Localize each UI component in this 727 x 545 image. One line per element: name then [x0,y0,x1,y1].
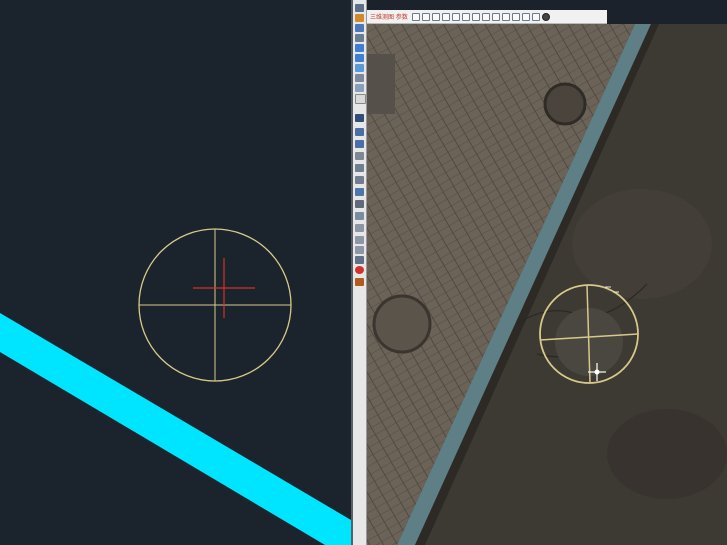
view-icon[interactable] [451,12,460,21]
diamond-icon[interactable] [355,64,364,72]
draw-icon[interactable] [471,12,480,21]
edit-icon[interactable] [481,12,490,21]
triangle-icon[interactable] [355,24,364,32]
snap-icon[interactable] [491,12,500,21]
toolbar-title: 三维测图 参数 [370,14,408,21]
cad-crosshair-cursor [193,258,255,318]
cad-canvas[interactable] [0,0,351,545]
box-icon[interactable] [355,114,364,122]
pencil-icon[interactable] [355,14,364,22]
stamp-icon[interactable] [355,212,364,220]
measure-icon[interactable] [501,12,510,21]
rectangle-icon[interactable] [355,54,364,62]
measure-icon[interactable] [355,224,364,232]
aerial-image-view[interactable] [367,24,727,545]
globe-icon[interactable] [355,266,364,274]
aerial-image[interactable] [367,24,727,545]
image-toolbar: 三维测图 参数 [367,10,607,24]
ruler-icon[interactable] [355,256,364,264]
settings-icon[interactable] [531,12,540,21]
cube-icon[interactable] [355,140,364,148]
sidewalk-object [367,54,395,114]
pan-icon[interactable] [521,12,530,21]
square-icon[interactable] [355,94,366,104]
brush-icon[interactable] [355,278,364,286]
tool-icon[interactable] [355,236,364,244]
cube-icon[interactable] [355,128,364,136]
open-icon[interactable] [421,12,430,21]
cad-road-polyline[interactable] [0,313,351,545]
sidewalk-drain [543,82,587,126]
cad-drawing-view[interactable] [0,0,351,545]
layer-icon[interactable] [355,84,364,92]
road-stain [572,189,712,299]
tile-icon[interactable] [355,176,364,184]
save-icon[interactable] [431,12,440,21]
line-icon[interactable] [355,152,364,160]
file-icon[interactable] [411,12,420,21]
grid-icon[interactable] [441,12,450,21]
sidewalk-manhole [372,294,432,354]
tile-icon[interactable] [355,164,364,172]
pointer-icon[interactable] [355,4,364,12]
text-icon[interactable] [355,200,364,208]
tool-icon[interactable] [355,246,364,254]
gear-icon[interactable] [355,74,364,82]
grid-icon[interactable] [355,34,364,42]
vertical-tool-strip [353,0,367,545]
record-icon[interactable] [541,12,550,21]
rectangle-icon[interactable] [355,44,364,52]
cad-target-marker[interactable] [138,228,292,382]
shape-icon[interactable] [355,188,364,196]
road-stain [607,409,727,499]
zoom-icon[interactable] [511,12,520,21]
layer-icon[interactable] [461,12,470,21]
